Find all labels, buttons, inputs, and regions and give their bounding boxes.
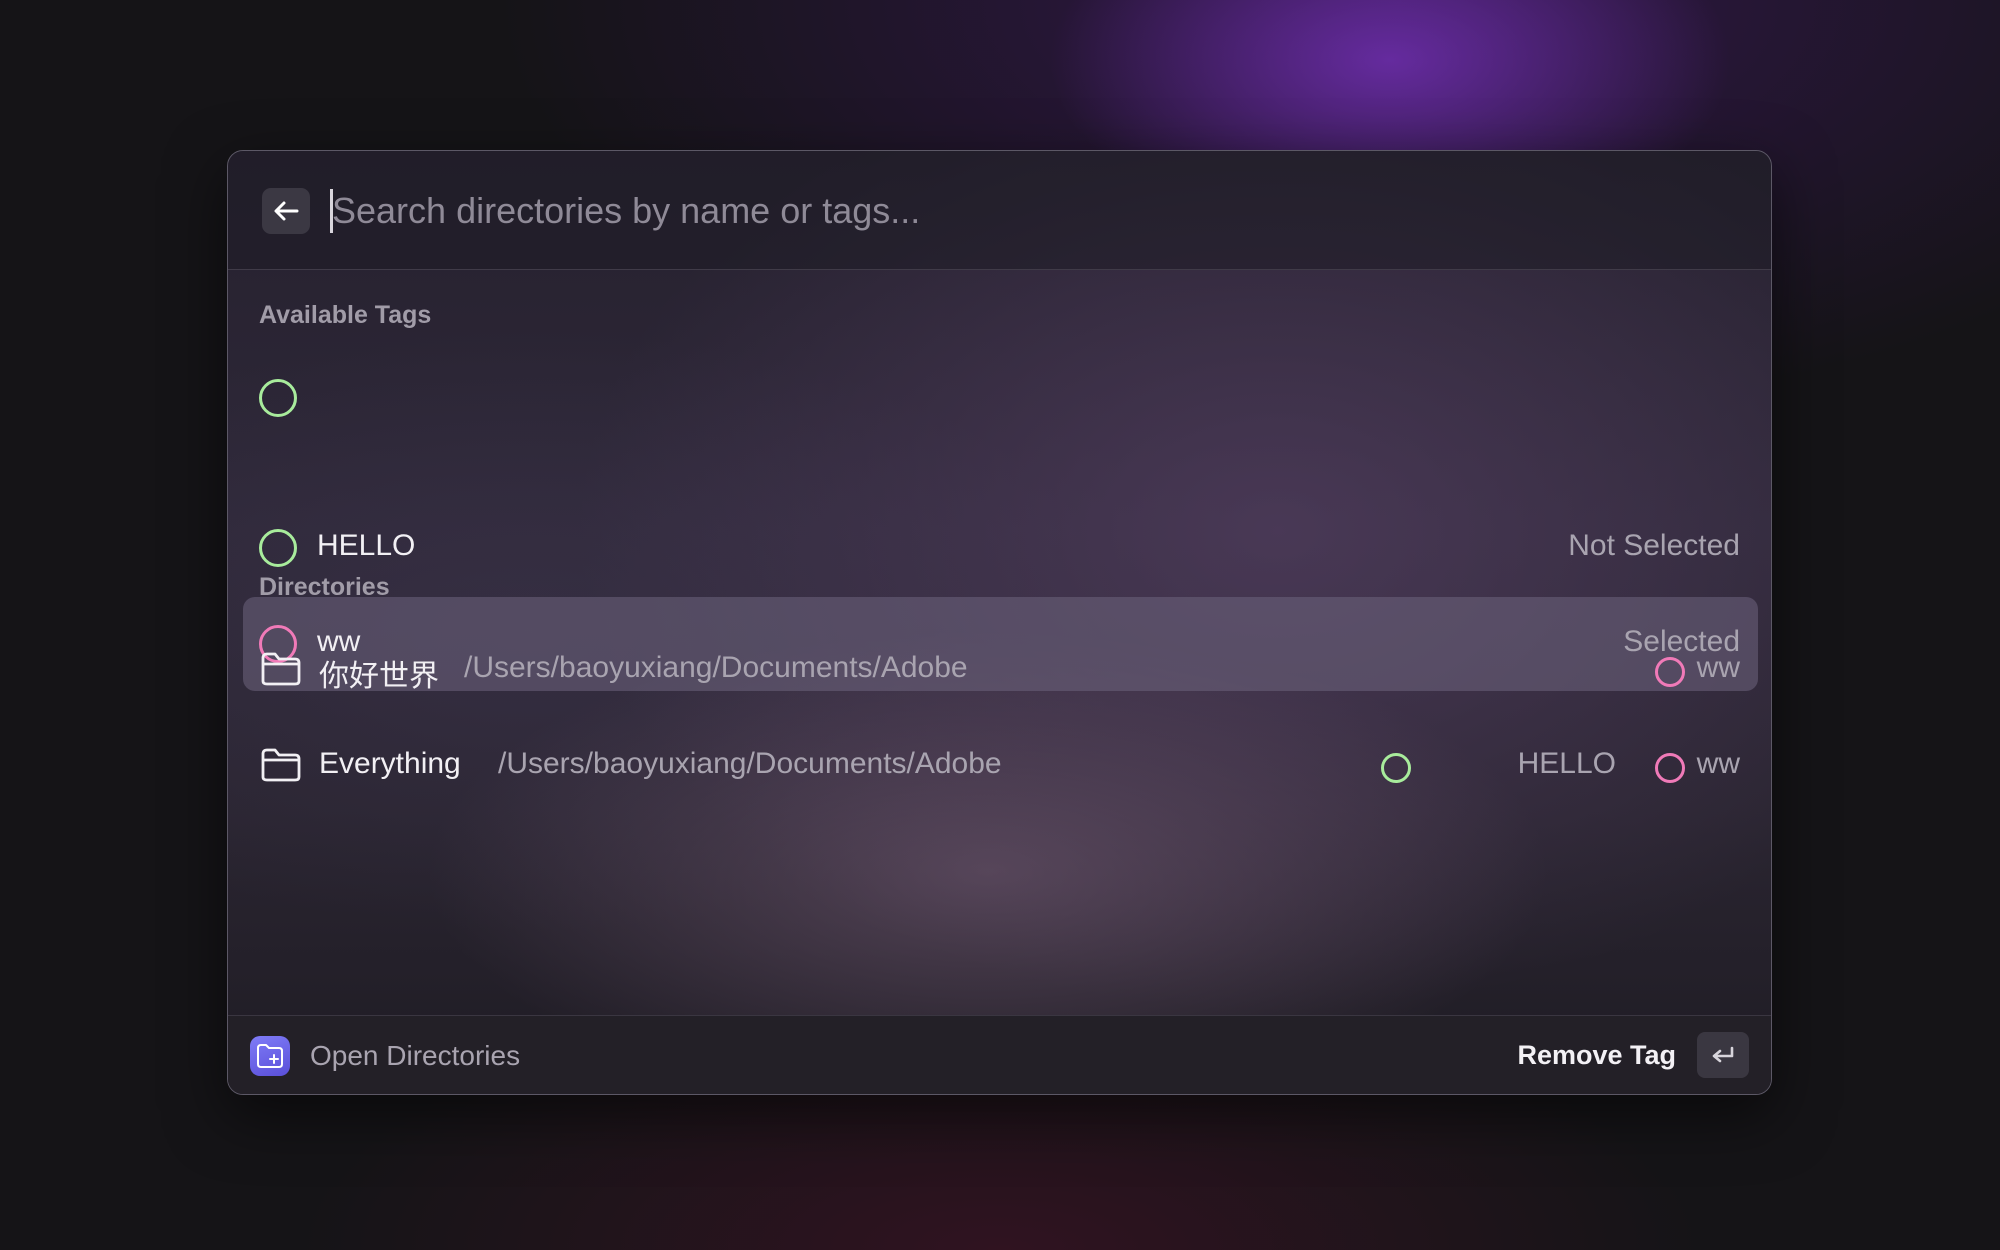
- directory-tag-label: ww: [1696, 651, 1740, 684]
- folder-icon: [261, 748, 301, 782]
- directory-tag-label: ww: [1696, 747, 1740, 780]
- tag-circle-icon: [259, 529, 297, 567]
- folder-add-icon[interactable]: [250, 1036, 290, 1076]
- directory-row[interactable]: Everything /Users/baoyuxiang/Documents/A…: [228, 720, 1771, 814]
- search-bar: [228, 151, 1771, 270]
- tag-circle-icon: [1655, 657, 1685, 687]
- directories-section-header: Directories: [259, 573, 390, 601]
- folder-plus-glyph-icon: [257, 1044, 283, 1068]
- hello-status: Not Selected: [1568, 529, 1740, 562]
- footer-title: Open Directories: [310, 1040, 521, 1071]
- footer-bar: Open Directories Remove Tag: [228, 1015, 1771, 1094]
- search-input[interactable]: [328, 179, 1732, 243]
- directory-row[interactable]: 你好世界 /Users/baoyuxiang/Documents/Adobe w…: [228, 624, 1771, 718]
- text-caret: [330, 189, 333, 233]
- return-arrow-icon: [1712, 1046, 1734, 1063]
- directory-name: Everything: [319, 747, 461, 780]
- tag-circle-icon: [1655, 753, 1685, 783]
- tag-circle-icon: [1381, 753, 1411, 783]
- hello-item[interactable]: HELLO Not Selected: [243, 501, 1758, 595]
- directory-path: /Users/baoyuxiang/Documents/Adobe: [464, 651, 968, 684]
- directory-tag-label: HELLO: [1517, 747, 1616, 780]
- tags-section-header: Available Tags: [259, 301, 432, 329]
- tag-item-hello[interactable]: HELLO: [243, 351, 1758, 445]
- enter-key-icon[interactable]: [1697, 1032, 1749, 1078]
- directory-path: /Users/baoyuxiang/Documents/Adobe: [498, 747, 1002, 780]
- command-palette-window: Available Tags HELLO HELLO HELLO HELLO H…: [227, 150, 1772, 1095]
- folder-icon: [261, 652, 301, 686]
- hello-label: HELLO: [317, 529, 416, 562]
- back-button[interactable]: [262, 188, 310, 234]
- arrow-left-icon: [274, 201, 299, 221]
- directory-name: 你好世界: [319, 660, 439, 693]
- remove-tag-button[interactable]: Remove Tag: [1517, 1040, 1676, 1071]
